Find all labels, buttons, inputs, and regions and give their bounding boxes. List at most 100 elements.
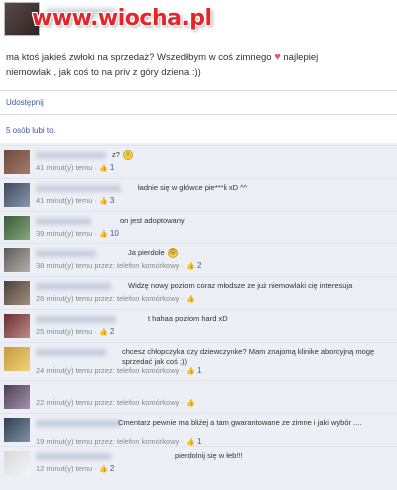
footer-strip bbox=[0, 478, 397, 490]
commenter-avatar[interactable] bbox=[4, 418, 30, 442]
commenter-avatar[interactable] bbox=[4, 347, 30, 371]
commenter-avatar[interactable] bbox=[4, 183, 30, 207]
like-count[interactable]: 2 bbox=[108, 327, 114, 336]
share-link[interactable]: Udostępnij bbox=[6, 98, 44, 107]
comment-item: z? ☺ 41 minut(y) temu · 👍 1 bbox=[0, 145, 397, 178]
commenter-name-redacted[interactable] bbox=[36, 218, 91, 225]
commenter-name-redacted[interactable] bbox=[36, 453, 111, 460]
watermark: www.wiocha.pl bbox=[32, 6, 212, 31]
commenter-name-redacted[interactable] bbox=[36, 185, 121, 192]
comment-text: Ja pierdole ☹ bbox=[128, 248, 178, 259]
thumbs-up-icon[interactable]: 👍 bbox=[186, 263, 195, 270]
post-header: www.wiocha.pl bbox=[0, 0, 397, 40]
comment-item: chcesz chłopczyka czy dziewczynke? Mam z… bbox=[0, 342, 397, 375]
commenter-name-redacted[interactable] bbox=[36, 316, 116, 323]
thumbs-up-icon[interactable]: 👍 bbox=[99, 329, 108, 336]
thumbs-up-icon[interactable]: 👍 bbox=[99, 231, 108, 238]
heart-icon: ♥ bbox=[274, 51, 281, 63]
commenter-avatar[interactable] bbox=[4, 451, 30, 475]
comment-text-content: on jest adoptowany bbox=[120, 216, 185, 225]
commenter-avatar[interactable] bbox=[4, 281, 30, 305]
comment-text: chcesz chłopczyka czy dziewczynke? Mam z… bbox=[122, 347, 391, 367]
comment-meta: 25 minut(y) temu · 👍 2 bbox=[36, 327, 114, 336]
comment-text: pierdolnij się w łeb!!! bbox=[175, 451, 243, 460]
comment-meta: 41 minut(y) temu · 👍 1 bbox=[36, 163, 114, 172]
comment-via: przez: telefon komórkowy bbox=[92, 398, 180, 407]
commenter-name-redacted[interactable] bbox=[36, 349, 106, 356]
commenter-name-redacted[interactable] bbox=[36, 250, 96, 257]
comment-meta: 22 minut(y) temu przez: telefon komórkow… bbox=[36, 398, 195, 407]
comment-text: on jest adoptowany bbox=[120, 216, 185, 225]
comment-timestamp[interactable]: 25 minut(y) temu bbox=[36, 327, 92, 336]
like-count[interactable]: 1 bbox=[108, 163, 114, 172]
comment-meta: 24 minut(y) temu przez: telefon komórkow… bbox=[36, 366, 201, 375]
comment-timestamp[interactable]: 26 minut(y) temu bbox=[36, 294, 92, 303]
comment-meta: 12 minut(y) temu · 👍 2 bbox=[36, 464, 114, 473]
emoticon-icon: ☹ bbox=[167, 248, 178, 259]
meta-separator: · bbox=[92, 464, 99, 473]
thumbs-up-icon[interactable]: 👍 bbox=[186, 296, 195, 303]
commenter-name-redacted[interactable] bbox=[36, 152, 106, 159]
post-line1-end: najlepiej bbox=[283, 52, 319, 63]
comment-timestamp[interactable]: 41 minut(y) temu bbox=[36, 163, 92, 172]
like-count[interactable]: 1 bbox=[195, 366, 201, 375]
thumbs-up-icon[interactable]: 👍 bbox=[99, 466, 108, 473]
like-count[interactable]: 10 bbox=[108, 229, 119, 238]
commenter-avatar[interactable] bbox=[4, 314, 30, 338]
thumbs-up-icon[interactable]: 👍 bbox=[186, 368, 195, 375]
comment-meta: 39 minut(y) temu · 👍 10 bbox=[36, 229, 119, 238]
thumbs-up-icon[interactable]: 👍 bbox=[99, 165, 108, 172]
comment-timestamp[interactable]: 41 minut(y) temu bbox=[36, 196, 92, 205]
comment-text: ładnie się w główce pie***li xD ^^ bbox=[138, 183, 247, 192]
comment-timestamp[interactable]: 19 minut(y) temu bbox=[36, 437, 92, 446]
comment-item: Widzę nowy poziom coraz młodsze ze już n… bbox=[0, 276, 397, 309]
like-count[interactable]: 2 bbox=[108, 464, 114, 473]
comment-timestamp[interactable]: 24 minut(y) temu bbox=[36, 366, 92, 375]
post-line2: niemowlak , jak coś to na priv z góry dz… bbox=[6, 67, 201, 78]
meta-separator: · bbox=[92, 327, 99, 336]
post-body: ma ktoś jakieś zwłoki na sprzedaż? Wszed… bbox=[6, 50, 394, 80]
comment-text-content: t hahaa poziom hard xD bbox=[148, 314, 228, 323]
comment-text-content: z? bbox=[112, 150, 120, 159]
thumbs-up-icon[interactable]: 👍 bbox=[99, 198, 108, 205]
like-count[interactable]: 2 bbox=[195, 261, 201, 270]
commenter-name-redacted[interactable] bbox=[36, 420, 121, 427]
commenter-name-redacted[interactable] bbox=[36, 283, 111, 290]
commenter-avatar[interactable] bbox=[4, 216, 30, 240]
like-count[interactable]: 1 bbox=[195, 437, 201, 446]
comments-list: z? ☺ 41 minut(y) temu · 👍 1 ładnie się w gł… bbox=[0, 143, 397, 490]
meta-separator: · bbox=[92, 229, 99, 238]
comment-text: t hahaa poziom hard xD bbox=[148, 314, 228, 323]
comment-text-content: pierdolnij się w łeb!!! bbox=[175, 451, 243, 460]
commenter-avatar[interactable] bbox=[4, 150, 30, 174]
commenter-avatar[interactable] bbox=[4, 248, 30, 272]
comment-meta: 38 minut(y) temu przez: telefon komórkow… bbox=[36, 261, 201, 270]
comment-meta: 26 minut(y) temu przez: telefon komórkow… bbox=[36, 294, 195, 303]
thumbs-up-icon[interactable]: 👍 bbox=[186, 400, 195, 407]
comment-via: przez: telefon komórkowy bbox=[92, 437, 180, 446]
comment-timestamp[interactable]: 12 minut(y) temu bbox=[36, 464, 92, 473]
emoticon-icon: ☺ bbox=[122, 150, 133, 161]
comment-text-content: Ja pierdole bbox=[128, 248, 165, 257]
comment-item: Ja pierdole ☹ 38 minut(y) temu przez: tele… bbox=[0, 243, 397, 276]
thumbs-up-icon[interactable]: 👍 bbox=[186, 439, 195, 446]
like-count[interactable]: 3 bbox=[108, 196, 114, 205]
comment-item: on jest adoptowany 39 minut(y) temu · 👍 1… bbox=[0, 211, 397, 244]
comment-text-content: chcesz chłopczyka czy dziewczynke? Mam z… bbox=[122, 347, 375, 366]
comment-text-content: Widzę nowy poziom coraz młodsze ze już n… bbox=[128, 281, 353, 290]
comment-timestamp[interactable]: 38 minut(y) temu bbox=[36, 261, 92, 270]
comment-meta: 41 minut(y) temu · 👍 3 bbox=[36, 196, 114, 205]
comment-text: z? ☺ bbox=[112, 150, 133, 161]
comment-text: Cmentarz pewnie ma bliżej a tam gwaranto… bbox=[118, 418, 391, 428]
post-line1: ma ktoś jakieś zwłoki na sprzedaż? Wszed… bbox=[6, 52, 272, 63]
comment-text-content: ładnie się w główce pie***li xD ^^ bbox=[138, 183, 248, 192]
comment-via: przez: telefon komórkowy bbox=[92, 294, 180, 303]
commenter-avatar[interactable] bbox=[4, 385, 30, 409]
comment-meta: 19 minut(y) temu przez: telefon komórkow… bbox=[36, 437, 201, 446]
comment-timestamp[interactable]: 22 minut(y) temu bbox=[36, 398, 92, 407]
divider bbox=[0, 114, 397, 115]
comment-timestamp[interactable]: 39 minut(y) temu bbox=[36, 229, 92, 238]
meta-separator: · bbox=[92, 196, 99, 205]
comment-via: przez: telefon komórkowy bbox=[92, 366, 180, 375]
likes-summary[interactable]: 5 osób lubi to. bbox=[6, 126, 56, 135]
